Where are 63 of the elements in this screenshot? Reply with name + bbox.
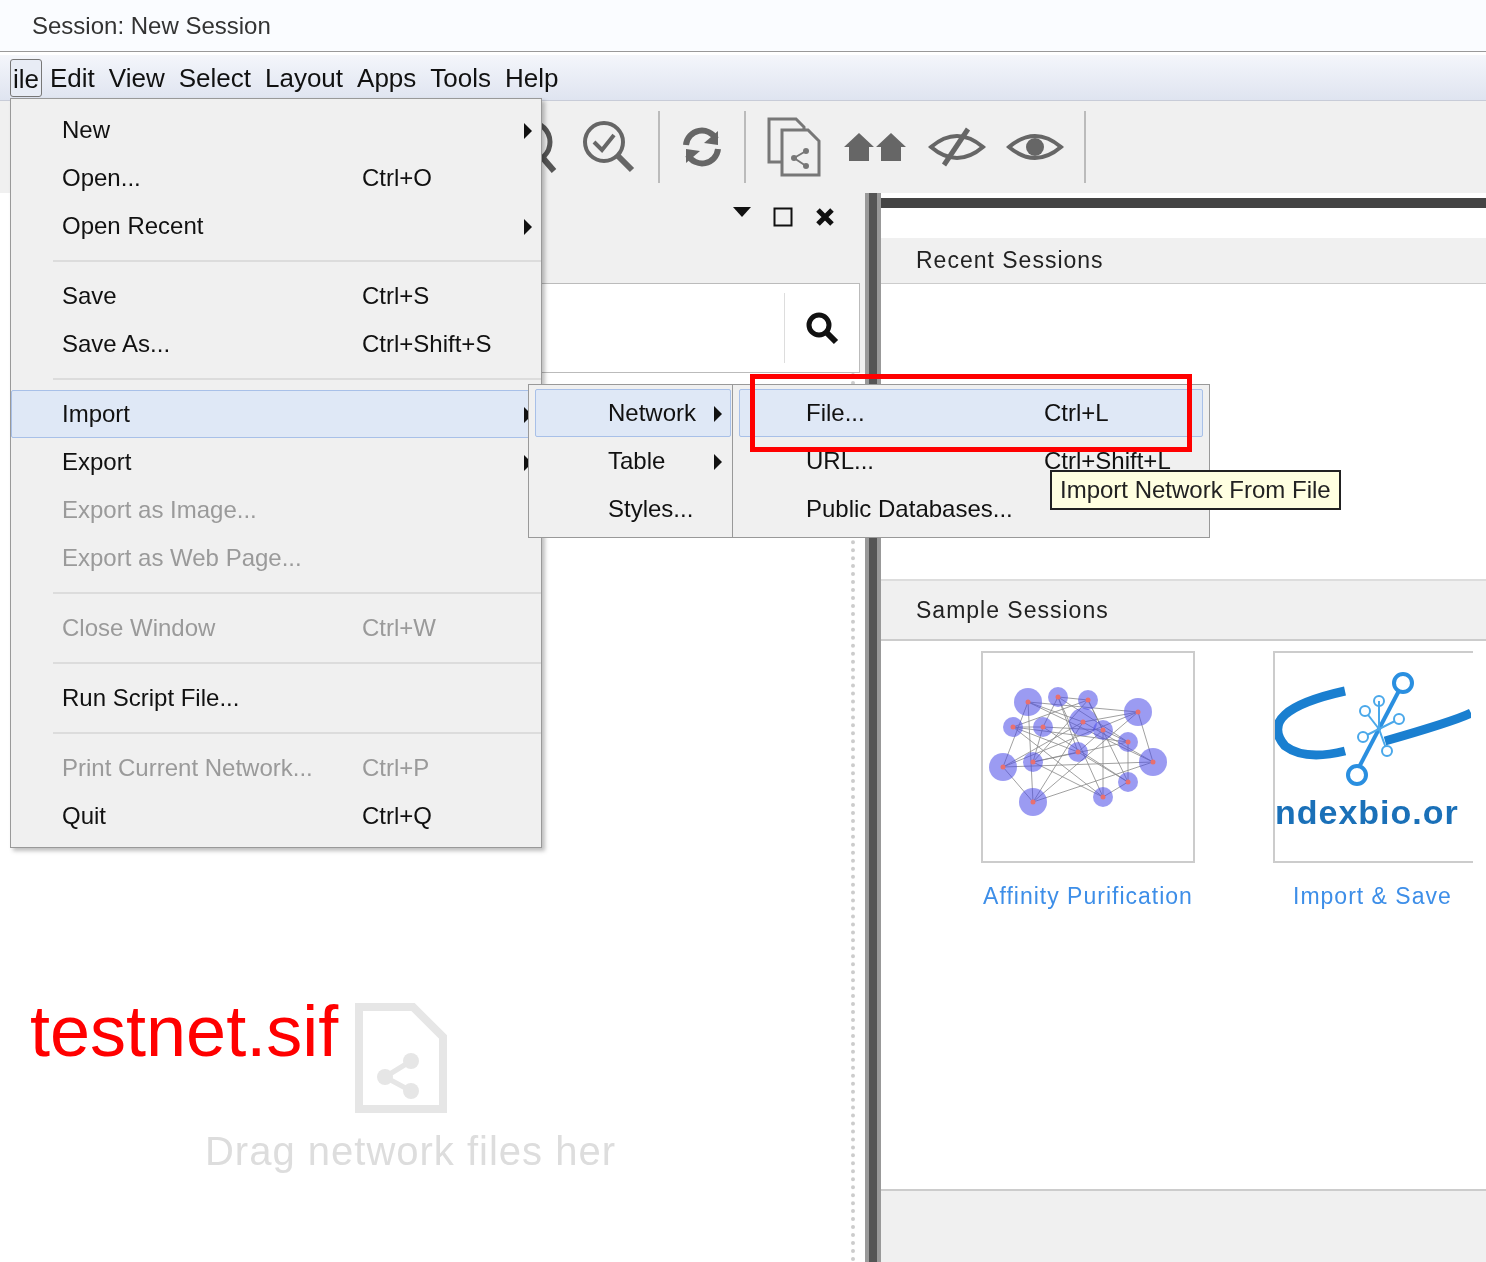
submenu-arrow-icon bbox=[524, 123, 532, 139]
menu-item-label: Open... bbox=[62, 163, 142, 193]
submenu-arrow-icon bbox=[714, 454, 722, 470]
logo-text: ndexbio.or bbox=[1275, 795, 1459, 829]
menu-item-label: Table bbox=[608, 446, 666, 476]
menu-item[interactable]: Apps bbox=[351, 58, 423, 97]
menu-item[interactable]: Save As... Ctrl+Shift+S bbox=[11, 320, 541, 368]
shortcut-label: Ctrl+Shift+S bbox=[362, 329, 492, 359]
menu-item[interactable]: Save Ctrl+S bbox=[11, 272, 541, 320]
submenu-arrow-icon bbox=[714, 406, 722, 422]
menu-item-label: Save bbox=[62, 281, 118, 311]
refresh-icon[interactable] bbox=[680, 125, 724, 169]
menu-item-label: Run Script File... bbox=[62, 683, 241, 713]
network-file-icon[interactable] bbox=[766, 116, 822, 178]
shortcut-label: Ctrl+O bbox=[362, 163, 432, 193]
menu-item-label: Export as Web Page... bbox=[62, 543, 303, 573]
menu-item[interactable]: Run Script File... bbox=[11, 674, 541, 722]
menu-item-label: Close Window bbox=[62, 613, 217, 643]
eye-slash-icon[interactable] bbox=[928, 125, 986, 169]
menu-item-label: Styles... bbox=[608, 494, 694, 524]
menu-item-label: New bbox=[62, 115, 111, 145]
menu-item[interactable]: New bbox=[11, 106, 541, 154]
logo-icon bbox=[1275, 671, 1471, 789]
menu-item-label: Import bbox=[62, 399, 131, 429]
shortcut-label: Ctrl+W bbox=[362, 613, 436, 643]
menu-item-label: Export as Image... bbox=[62, 495, 258, 525]
section-title: Sample Sessions bbox=[916, 595, 1109, 625]
menu-item[interactable]: Select bbox=[172, 58, 257, 97]
window-title: Session: New Session bbox=[32, 10, 271, 41]
menu-item-label: Quit bbox=[62, 801, 107, 831]
menu-item[interactable]: Edit bbox=[44, 58, 101, 97]
menu-item[interactable]: View bbox=[102, 58, 171, 97]
menu-item[interactable]: Table bbox=[535, 437, 731, 485]
menu-item-label: Export bbox=[62, 447, 133, 477]
menu-item-label: Print Current Network... bbox=[62, 753, 314, 783]
shortcut-label: Ctrl+P bbox=[362, 753, 430, 783]
dropdown-arrow-icon[interactable] bbox=[733, 207, 751, 219]
menu-item-label: Network bbox=[608, 398, 697, 428]
shortcut-label: Ctrl+L bbox=[1044, 398, 1109, 428]
session-thumbnail[interactable] bbox=[981, 651, 1195, 863]
session-thumbnail[interactable]: ndexbio.or bbox=[1273, 651, 1473, 863]
menu-item[interactable]: ile bbox=[10, 58, 42, 97]
submenu-arrow-icon bbox=[524, 219, 532, 235]
menu-item[interactable]: Quit Ctrl+Q bbox=[11, 792, 541, 840]
menu-item[interactable]: File... Ctrl+L bbox=[739, 389, 1203, 437]
menu-item[interactable]: Open... Ctrl+O bbox=[11, 154, 541, 202]
menu-item[interactable]: Tools bbox=[424, 58, 498, 97]
menu-item-label: File... bbox=[806, 398, 866, 428]
menu-item[interactable]: Styles... bbox=[535, 485, 731, 533]
tooltip: Import Network From File bbox=[1050, 470, 1341, 510]
search-icon[interactable] bbox=[805, 311, 839, 345]
menu-item[interactable]: Layout bbox=[259, 58, 350, 97]
menu-item[interactable]: Network bbox=[535, 389, 731, 437]
menu-item-label: Open Recent bbox=[62, 211, 205, 241]
menu-item-label: URL... bbox=[806, 446, 875, 476]
shortcut-label: Ctrl+S bbox=[362, 281, 430, 311]
shortcut-label: Ctrl+Q bbox=[362, 801, 432, 831]
network-file-icon bbox=[354, 1003, 447, 1113]
close-icon[interactable] bbox=[815, 207, 835, 227]
menu-item[interactable]: Help bbox=[499, 58, 565, 97]
maximize-icon[interactable] bbox=[773, 207, 793, 227]
menu-item-label: Save As... bbox=[62, 329, 172, 359]
section-title: Recent Sessions bbox=[916, 246, 1104, 276]
